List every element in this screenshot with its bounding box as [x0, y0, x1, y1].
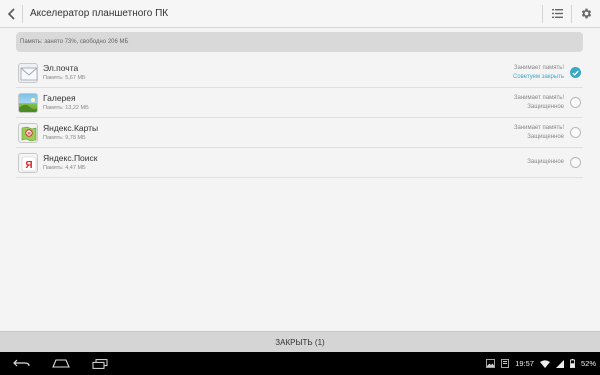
- gear-icon: [581, 8, 591, 19]
- app-status: Занимает память!: [513, 64, 564, 71]
- memory-usage-text: Память: занято 73%, свободно 206 МБ: [20, 39, 129, 45]
- yandex-maps-icon: Я: [18, 122, 38, 143]
- clock: 19:57: [515, 359, 534, 368]
- svg-text:Я: Я: [27, 131, 30, 136]
- app-note: Защищенное: [527, 159, 564, 165]
- wifi-icon: [539, 359, 550, 368]
- app-name: Яндекс.Карты: [43, 123, 99, 133]
- nav-home-button[interactable]: [43, 352, 78, 375]
- select-checkbox[interactable]: [570, 97, 581, 108]
- list-item-mail[interactable]: Эл.почта Память: 5,67 МБ Занимает память…: [16, 58, 583, 88]
- app-note: Советуем закрыть: [512, 73, 564, 80]
- action-bar: Акселератор планшетного ПК: [0, 0, 600, 28]
- nav-recents-icon: [92, 358, 107, 369]
- app-name: Галерея: [43, 93, 76, 103]
- app-status: Занимает память!: [513, 124, 564, 131]
- page-title: Акселератор планшетного ПК: [30, 8, 169, 19]
- battery-percent: 52%: [580, 359, 596, 368]
- app-memory: Память: 5,67 МБ: [43, 75, 86, 81]
- back-button[interactable]: [0, 0, 22, 28]
- list-item-yandex-maps[interactable]: Я Яндекс.Карты Память: 9,78 МБ Занимает …: [16, 118, 583, 148]
- app-name: Яндекс.Поиск: [43, 153, 98, 163]
- select-checkbox[interactable]: [570, 157, 581, 168]
- settings-button[interactable]: [572, 0, 600, 28]
- battery-icon: [569, 359, 575, 368]
- back-arrow-icon: [7, 7, 15, 20]
- app-memory: Память: 13,22 МБ: [43, 105, 89, 111]
- nav-back-button[interactable]: [4, 352, 39, 375]
- system-nav-bar: 19:57 52%: [0, 352, 600, 375]
- status-tray: 19:57 52%: [486, 352, 596, 375]
- nav-back-icon: [12, 359, 30, 367]
- checkmark-icon: [572, 70, 579, 76]
- app-name: Эл.почта: [43, 63, 79, 73]
- signal-icon: [555, 359, 564, 368]
- yandex-search-icon: Я: [18, 152, 38, 173]
- screenshot-icon: [486, 359, 496, 368]
- nav-recents-button[interactable]: [82, 352, 117, 375]
- select-checkbox[interactable]: [570, 67, 581, 78]
- gallery-icon: [18, 92, 38, 113]
- list-item-yandex-search[interactable]: Я Яндекс.Поиск Память: 4,47 МБ Защищенно…: [16, 148, 583, 178]
- select-checkbox[interactable]: [570, 127, 581, 138]
- app-note: Защищенное: [527, 103, 564, 110]
- nav-home-icon: [51, 359, 70, 368]
- memory-usage-bar: Память: занято 73%, свободно 206 МБ: [16, 32, 583, 52]
- list-icon: [551, 9, 563, 18]
- app-list: Эл.почта Память: 5,67 МБ Занимает память…: [16, 58, 583, 178]
- mail-icon: [18, 62, 38, 83]
- svg-text:Я: Я: [25, 160, 32, 171]
- notification-icon: [501, 359, 510, 368]
- app-memory: Память: 4,47 МБ: [43, 165, 86, 171]
- app-status: Занимает память!: [513, 94, 564, 101]
- app-memory: Память: 9,78 МБ: [43, 135, 86, 141]
- close-selected-button[interactable]: ЗАКРЫТЬ (1): [0, 331, 600, 352]
- header-divider: [22, 4, 23, 23]
- app-note: Защищенное: [527, 133, 564, 140]
- list-item-gallery[interactable]: Галерея Память: 13,22 МБ Занимает память…: [16, 88, 583, 118]
- list-button[interactable]: [543, 0, 571, 28]
